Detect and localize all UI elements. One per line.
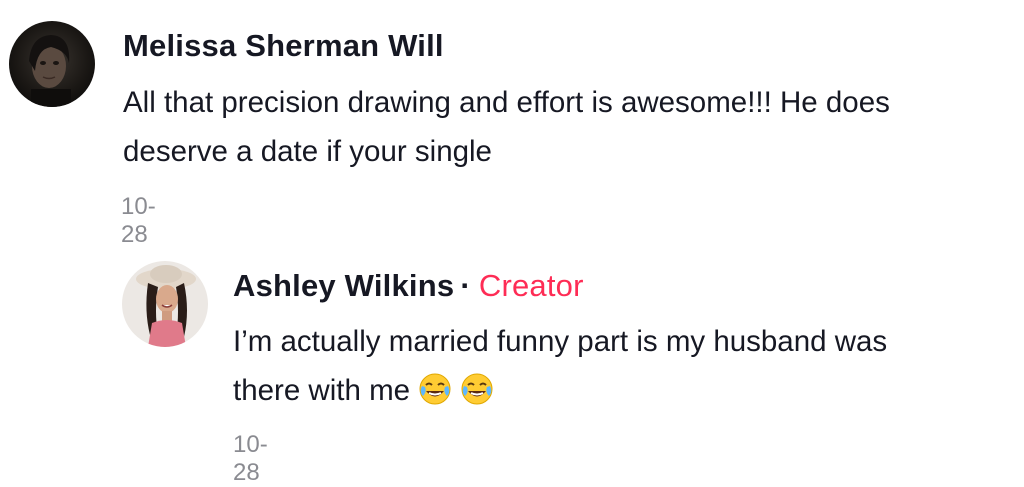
avatar[interactable] [9,21,95,107]
reply-text: I’m actually married funny part is my hu… [233,317,1013,421]
reply-date: 10-28 [233,431,268,486]
avatar-image [122,261,208,347]
avatar-image [9,21,95,107]
comment-text-line: All that precision drawing and effort is… [123,86,890,119]
reply-text-line: I’m actually married funny part is my hu… [233,325,888,358]
creator-badge: Creator [478,268,584,303]
comment-date: 10-28 [121,193,156,248]
reply-text-line: there with me [233,374,411,407]
avatar[interactable] [122,261,208,347]
separator-dot: · [460,268,471,303]
face-with-tears-of-joy-icon [460,372,494,421]
comment-text-line: deserve a date if your single [123,135,492,168]
comment-author[interactable]: Melissa Sherman Will [123,28,444,64]
face-with-tears-of-joy-icon [418,372,452,421]
reply-author-line: Ashley Wilkins · Creator [233,268,584,304]
comment-text: All that precision drawing and effort is… [123,78,1013,176]
reply-author[interactable]: Ashley Wilkins [233,268,454,303]
